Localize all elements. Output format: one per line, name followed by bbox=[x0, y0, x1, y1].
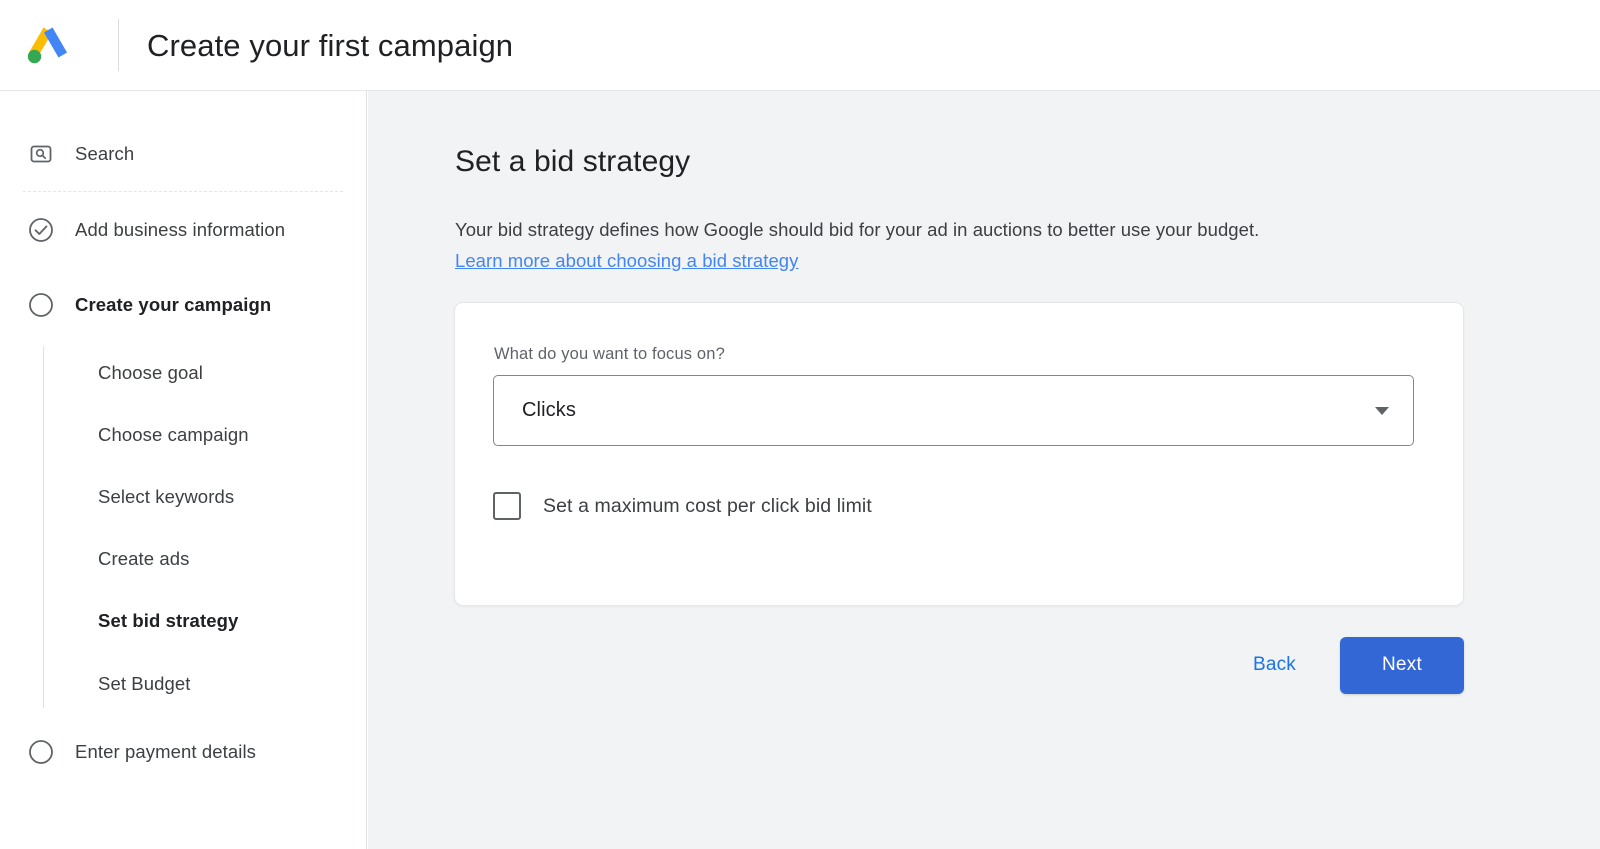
max-cpc-checkbox[interactable] bbox=[493, 492, 521, 520]
description-text: Your bid strategy defines how Google sho… bbox=[455, 219, 1260, 240]
sidebar-item-search[interactable]: Search bbox=[0, 134, 367, 174]
sidebar-subitem-label: Set Budget bbox=[98, 673, 191, 694]
page-title: Create your first campaign bbox=[147, 27, 514, 63]
search-box-icon bbox=[28, 141, 54, 167]
bid-strategy-card: What do you want to focus on? Clicks Set… bbox=[454, 302, 1464, 606]
body-area: Search Add business information Create y… bbox=[0, 91, 1600, 849]
max-cpc-checkbox-label: Set a maximum cost per click bid limit bbox=[543, 494, 872, 517]
sidebar-item-create-your-campaign[interactable]: Create your campaign bbox=[0, 285, 367, 325]
sidebar-substep-rail bbox=[43, 346, 44, 708]
check-circle-icon bbox=[28, 217, 54, 243]
max-cpc-checkbox-row[interactable]: Set a maximum cost per click bid limit bbox=[493, 492, 872, 520]
sidebar-divider bbox=[23, 191, 343, 192]
sidebar-item-set-budget[interactable]: Set Budget bbox=[0, 667, 367, 701]
app-header: Create your first campaign bbox=[0, 0, 1600, 90]
sidebar-item-enter-payment-details[interactable]: Enter payment details bbox=[0, 732, 367, 772]
section-description: Your bid strategy defines how Google sho… bbox=[455, 214, 1515, 276]
focus-select[interactable]: Clicks bbox=[493, 375, 1414, 446]
sidebar-item-label: Search bbox=[75, 143, 135, 164]
sidebar-item-label: Enter payment details bbox=[75, 741, 257, 762]
sidebar-item-label: Create your campaign bbox=[75, 294, 272, 315]
header-divider bbox=[118, 19, 119, 71]
form-actions: Back Next bbox=[454, 635, 1464, 695]
circle-icon bbox=[28, 739, 54, 765]
sidebar-item-choose-goal[interactable]: Choose goal bbox=[0, 356, 367, 390]
sidebar-subitem-label: Choose campaign bbox=[98, 424, 249, 445]
sidebar-subitem-label: Set bid strategy bbox=[98, 610, 239, 631]
learn-more-link[interactable]: Learn more about choosing a bid strategy bbox=[455, 250, 798, 271]
sidebar-item-create-ads[interactable]: Create ads bbox=[0, 542, 367, 576]
chevron-down-icon bbox=[1375, 406, 1389, 415]
sidebar-item-add-business-information[interactable]: Add business information bbox=[0, 210, 367, 250]
sidebar-item-choose-campaign[interactable]: Choose campaign bbox=[0, 418, 367, 452]
back-button[interactable]: Back bbox=[1235, 642, 1314, 688]
circle-icon bbox=[28, 292, 54, 318]
sidebar-item-select-keywords[interactable]: Select keywords bbox=[0, 480, 367, 514]
sidebar-subitem-label: Select keywords bbox=[98, 486, 235, 507]
sidebar-subitem-label: Create ads bbox=[98, 548, 190, 569]
section-title: Set a bid strategy bbox=[455, 145, 691, 178]
sidebar-item-label: Add business information bbox=[75, 219, 286, 240]
sidebar-subitem-label: Choose goal bbox=[98, 362, 203, 383]
next-button[interactable]: Next bbox=[1340, 636, 1464, 694]
focus-select-value: Clicks bbox=[522, 399, 576, 421]
google-ads-logo bbox=[4, 0, 92, 90]
sidebar-item-set-bid-strategy[interactable]: Set bid strategy bbox=[0, 604, 367, 638]
focus-field-label: What do you want to focus on? bbox=[494, 345, 725, 363]
main-content: Set a bid strategy Your bid strategy def… bbox=[368, 91, 1600, 849]
sidebar: Search Add business information Create y… bbox=[0, 91, 367, 849]
